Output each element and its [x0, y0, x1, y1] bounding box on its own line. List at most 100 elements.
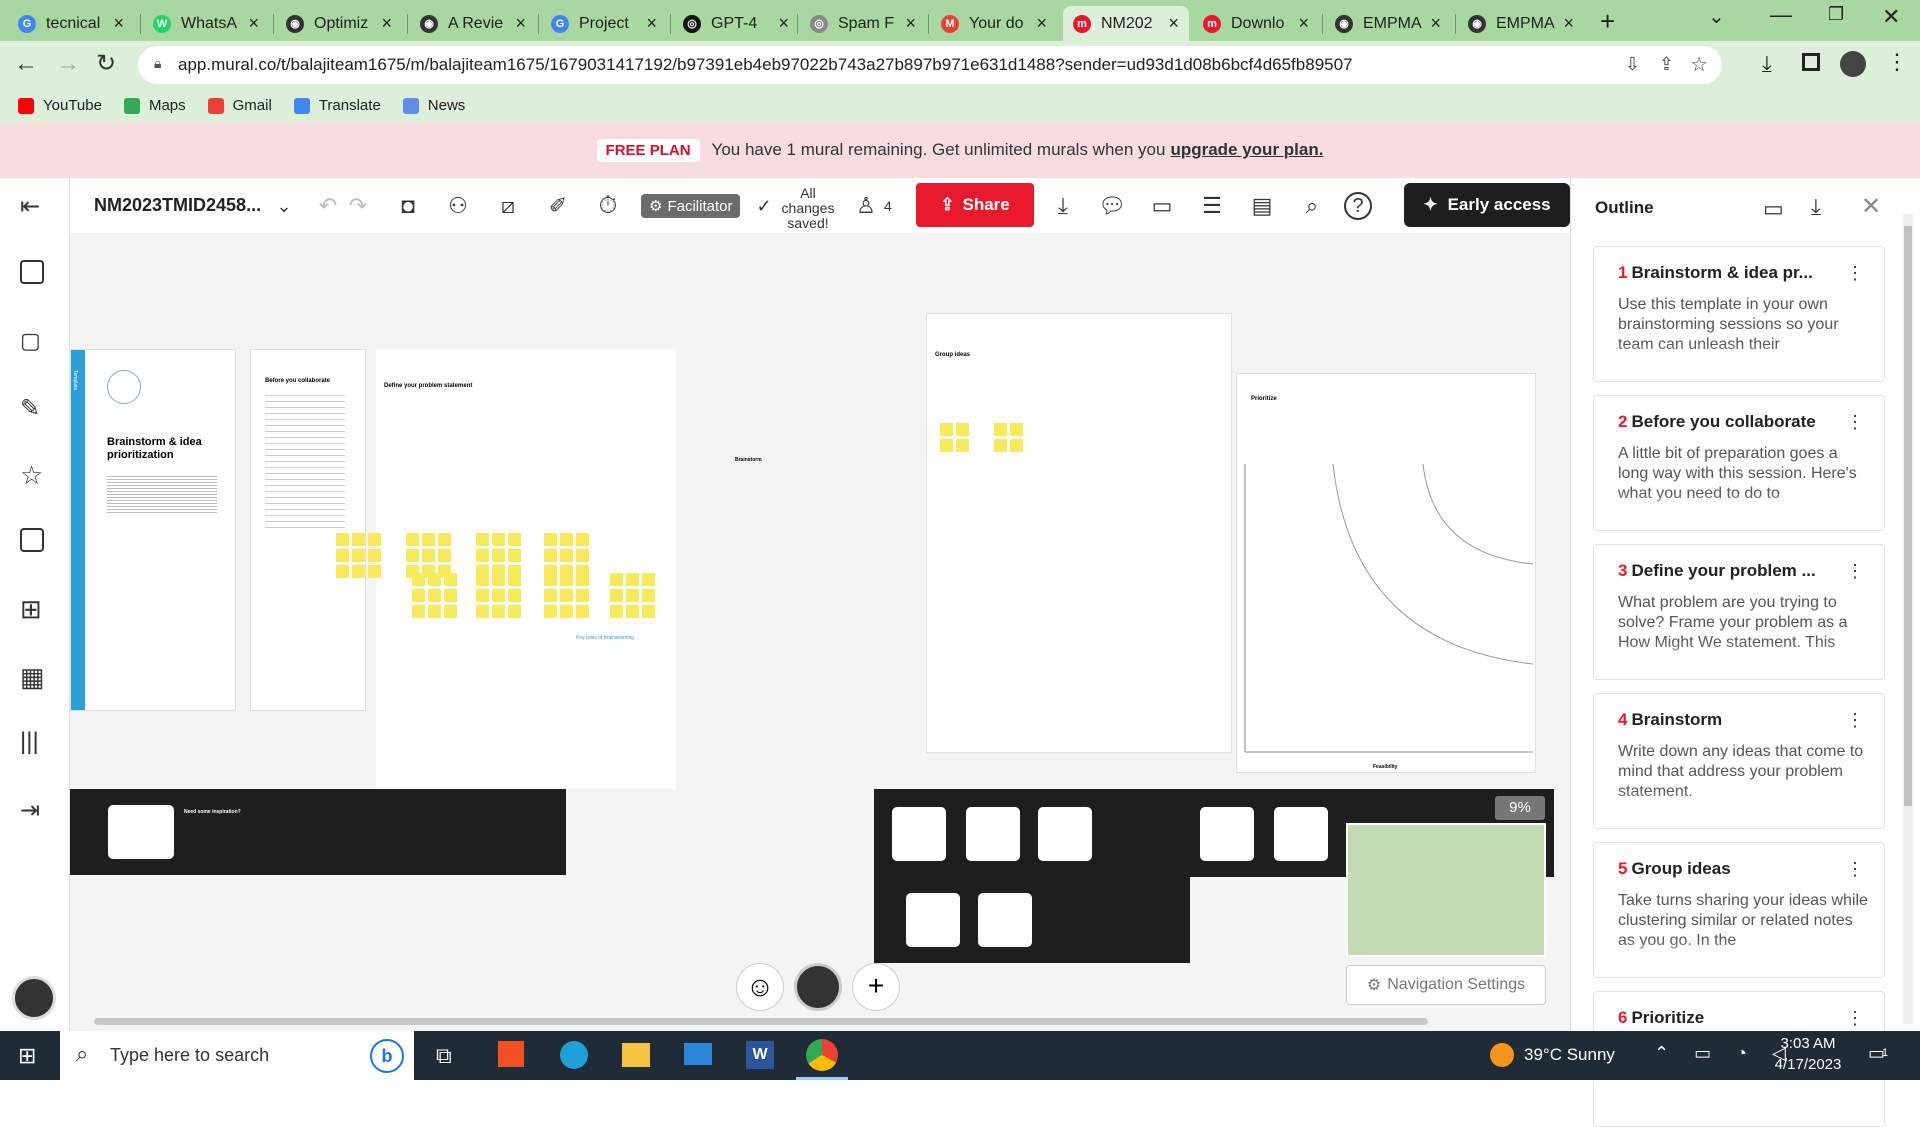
template-intro-board[interactable]: Template Brainstorm & idea prioritizatio… [70, 349, 236, 711]
browser-tab[interactable]: W WhatsA × [143, 6, 269, 41]
sticky-note[interactable] [336, 533, 349, 546]
bookmark-youtube[interactable]: YouTube [18, 97, 102, 114]
board-thumbnail-4[interactable] [906, 893, 960, 947]
sticky-note[interactable] [476, 589, 489, 602]
board-thumbnail-2[interactable] [966, 807, 1020, 861]
card-menu-icon[interactable]: ⋮ [1846, 1008, 1864, 1029]
sticky-note[interactable] [560, 565, 573, 578]
sticky-note[interactable] [642, 605, 655, 618]
before-collaborate-board[interactable]: Before you collaborate [250, 349, 366, 711]
sticky-note[interactable] [406, 565, 419, 578]
library-icon[interactable]: ||| [20, 728, 50, 758]
star-icon[interactable]: ☆ [20, 460, 50, 490]
sticky-note[interactable] [352, 565, 365, 578]
back-icon[interactable]: ← [14, 50, 38, 78]
sticky-note[interactable] [368, 549, 381, 562]
tab-close-icon[interactable]: × [1168, 13, 1179, 34]
sticky-note[interactable] [492, 549, 505, 562]
windows-start-icon[interactable]: ⊞ [18, 1043, 36, 1069]
download-outline-icon[interactable]: ⤓ [1811, 194, 1821, 220]
sticky-note[interactable] [336, 549, 349, 562]
define-problem-board[interactable]: Define your problem statement [376, 349, 676, 789]
downloads-icon[interactable]: ⤓ [1762, 51, 1772, 77]
browser-tab[interactable]: G Project × [541, 6, 667, 41]
import-icon[interactable]: ⇥ [20, 796, 50, 826]
edge-icon[interactable] [560, 1041, 588, 1069]
taskbar-search[interactable]: ⌕ Type here to search b [60, 1031, 414, 1080]
browser-tab[interactable]: M Your do × [931, 6, 1057, 41]
upgrade-link[interactable]: upgrade your plan. [1170, 140, 1323, 160]
inspiration-thumbnail[interactable] [108, 805, 174, 859]
reaction-emoji-button[interactable]: ☺ [736, 963, 784, 1011]
browser-tab[interactable]: ◎ GPT-4 × [673, 6, 799, 41]
outline-card[interactable]: 2 Before you collaborate ⋮ A little bit of … [1593, 395, 1885, 531]
sticky-note[interactable] [560, 533, 573, 546]
sticky-note[interactable] [1010, 423, 1023, 436]
card-menu-icon[interactable]: ⋮ [1846, 263, 1864, 284]
profile-avatar[interactable] [1840, 51, 1866, 77]
sticky-note[interactable] [508, 533, 521, 546]
sticky-note[interactable] [544, 605, 557, 618]
sticky-note[interactable] [642, 589, 655, 602]
sticky-note[interactable] [428, 605, 441, 618]
chat-icon[interactable]: 💬︎ [1094, 188, 1130, 224]
sticky-note[interactable] [626, 573, 639, 586]
sticky-note[interactable] [956, 423, 969, 436]
sticky-note[interactable] [422, 533, 435, 546]
sticky-note[interactable] [368, 533, 381, 546]
card-menu-icon[interactable]: ⋮ [1846, 710, 1864, 731]
help-icon[interactable]: ? [1344, 192, 1372, 220]
tab-close-icon[interactable]: × [646, 13, 657, 34]
mural-title[interactable]: NM2023TMID2458... [94, 195, 261, 216]
clock-time[interactable]: 3:03 AM [1778, 1035, 1838, 1052]
sticky-note[interactable] [476, 605, 489, 618]
tab-close-icon[interactable]: × [778, 13, 789, 34]
sticky-note[interactable] [544, 533, 557, 546]
sticky-note[interactable] [492, 605, 505, 618]
sticky-note[interactable] [438, 549, 451, 562]
sticky-note[interactable] [422, 565, 435, 578]
board-thumbnail-6[interactable] [1200, 807, 1254, 861]
sticky-note[interactable] [610, 573, 623, 586]
board-thumbnail-7[interactable] [1274, 807, 1328, 861]
sticky-note[interactable] [576, 565, 589, 578]
sidebar-icon[interactable] [1802, 53, 1820, 71]
pen-icon[interactable]: ✎ [20, 394, 50, 424]
tab-close-icon[interactable]: × [248, 13, 259, 34]
card-menu-icon[interactable]: ⋮ [1846, 561, 1864, 582]
board-thumbnail-1[interactable] [892, 807, 946, 861]
browser-tab[interactable]: Gtecnical × [8, 6, 134, 41]
url-field[interactable]: 🔒︎ app.mural.co/t/balajiteam1675/m/balaj… [138, 46, 1722, 84]
forward-icon[interactable]: → [56, 50, 80, 78]
select-area-icon[interactable]: ⧄ [490, 188, 526, 224]
sticky-note[interactable] [412, 605, 425, 618]
group-ideas-board[interactable]: Group ideas [926, 313, 1232, 753]
reload-icon[interactable]: ↻ [96, 49, 116, 78]
board-thumbnail-5[interactable] [978, 893, 1032, 947]
sticky-note[interactable] [560, 549, 573, 562]
sticky-note[interactable] [438, 565, 451, 578]
sticky-note[interactable] [444, 589, 457, 602]
sticky-note[interactable] [994, 439, 1007, 452]
bookmark-maps[interactable]: Maps [123, 97, 186, 114]
store-icon[interactable] [498, 1041, 524, 1067]
exit-icon[interactable]: ⇤ [20, 192, 50, 222]
activity-icon[interactable]: ☰ [1194, 188, 1230, 224]
sticky-note[interactable] [626, 589, 639, 602]
browser-tab[interactable]: ◎ Spam F × [800, 6, 926, 41]
sticky-note[interactable] [508, 605, 521, 618]
sticky-note[interactable] [956, 439, 969, 452]
sticky-note-icon[interactable] [20, 260, 44, 284]
chrome-icon[interactable] [806, 1039, 838, 1071]
tab-close-icon[interactable]: × [1430, 13, 1441, 34]
sticky-note[interactable] [560, 605, 573, 618]
outline-card[interactable]: 4 Brainstorm ⋮ Write down any ideas that co… [1593, 693, 1885, 829]
browser-tab[interactable]: ◉ EMPMA × [1325, 6, 1451, 41]
export-icon[interactable]: ⤓ [1045, 188, 1081, 224]
timer-icon[interactable]: ⏱ [590, 188, 626, 224]
tab-close-icon[interactable]: × [381, 13, 392, 34]
table-icon[interactable]: ▦ [20, 662, 50, 692]
image-icon[interactable] [20, 528, 44, 552]
sticky-note[interactable] [476, 565, 489, 578]
sticky-note[interactable] [544, 589, 557, 602]
